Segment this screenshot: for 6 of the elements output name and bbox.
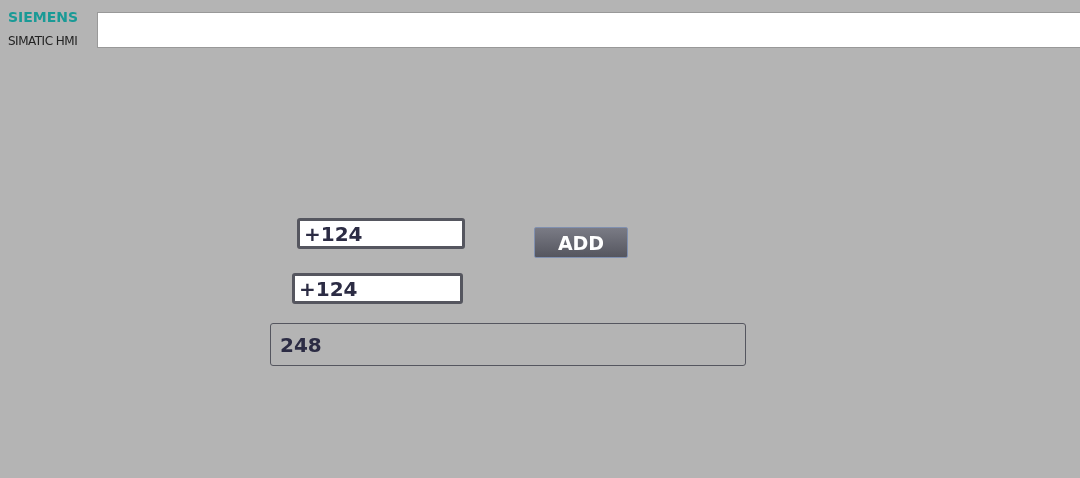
number-input[interactable]: +124 xyxy=(297,218,465,249)
number-input[interactable]: +124 xyxy=(292,273,463,304)
result-field: 248 xyxy=(270,323,746,366)
brand-logo: SIEMENS xyxy=(8,8,80,26)
add-button[interactable]: ADD xyxy=(534,227,628,258)
product-name: SIMATIC HMI xyxy=(8,33,79,50)
